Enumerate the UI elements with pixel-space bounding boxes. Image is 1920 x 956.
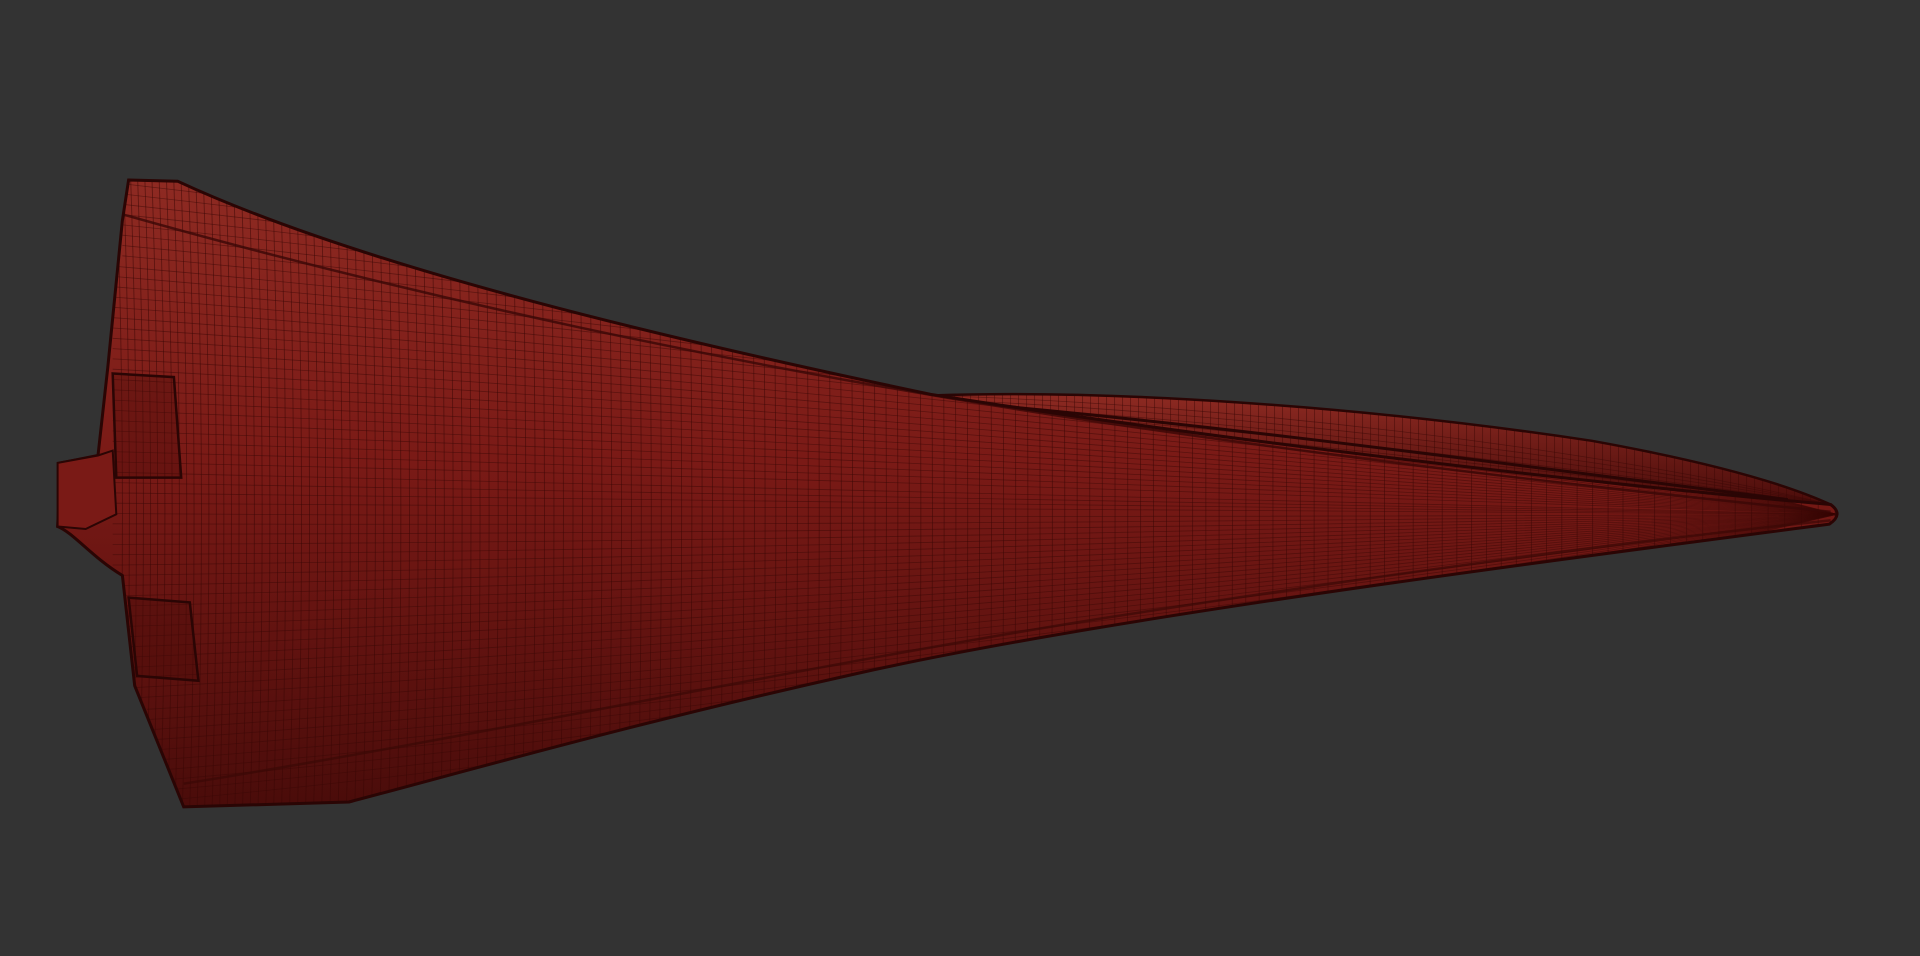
3d-viewport[interactable]	[0, 0, 1920, 956]
lower-tail-panel	[127, 596, 200, 683]
hull-body	[56, 178, 1839, 809]
hull-model-render	[56, 178, 1839, 809]
upper-tail-panel	[111, 372, 183, 479]
rear-nozzle-stub	[56, 449, 118, 531]
hull-body-surface	[57, 180, 1838, 807]
mesh-cross-section-line	[1686, 180, 1688, 807]
